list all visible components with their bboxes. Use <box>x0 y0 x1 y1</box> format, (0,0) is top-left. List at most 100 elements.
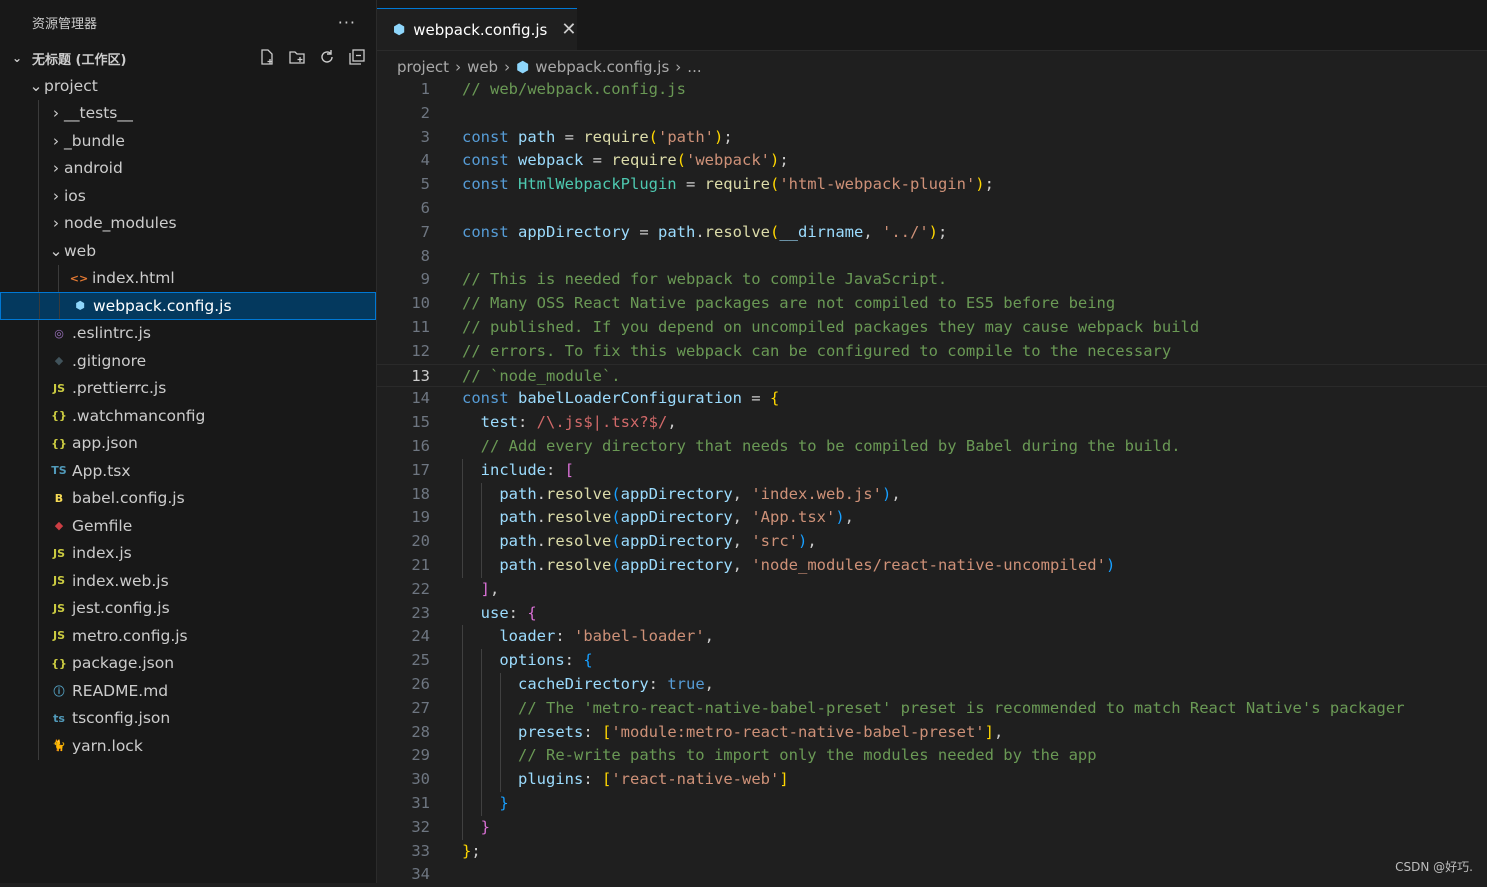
file-item[interactable]: TS App.tsx <box>0 457 376 485</box>
code-token: 'babel-loader' <box>574 627 705 646</box>
code-line[interactable]: 30 plugins: ['react-native-web'] <box>377 768 1487 792</box>
code-token: , <box>863 222 882 241</box>
breadcrumb-item[interactable]: project <box>397 58 449 76</box>
breadcrumb-item[interactable]: ... <box>687 58 701 76</box>
code-line[interactable]: 21 path.resolve(appDirectory, 'node_modu… <box>377 553 1487 578</box>
file-item[interactable]: ◆ Gemfile <box>0 512 376 540</box>
indent-guide <box>58 264 59 292</box>
code-line[interactable]: 14 const babelLoaderConfiguration = { <box>377 387 1487 411</box>
breadcrumb-item[interactable]: webpack.config.js <box>535 58 669 76</box>
code-line[interactable]: 4 const webpack = require('webpack'); <box>377 149 1487 173</box>
code-line[interactable]: 24 loader: 'babel-loader', <box>377 625 1487 650</box>
code-line[interactable]: 5 const HtmlWebpackPlugin = require('html… <box>377 173 1487 197</box>
folder-item[interactable]: › ios <box>0 182 376 210</box>
more-actions-icon[interactable]: ··· <box>338 13 356 32</box>
file-item[interactable]: ◆ .gitignore <box>0 347 376 375</box>
refresh-icon[interactable] <box>318 48 336 66</box>
breadcrumb-item[interactable]: web <box>467 58 498 76</box>
code-line[interactable]: 26 cacheDirectory: true, <box>377 672 1487 697</box>
code-token: , <box>732 555 752 574</box>
indent-guide <box>462 744 463 769</box>
file-item[interactable]: Bbabel.config.js <box>0 484 376 512</box>
code-line[interactable]: 32 } <box>377 815 1487 840</box>
folder-item[interactable]: › __tests__ <box>0 99 376 127</box>
code-line[interactable]: 20 path.resolve(appDirectory, 'src'), <box>377 530 1487 554</box>
code-line[interactable]: 25 options: { <box>377 649 1487 673</box>
chevron-down-icon: ⌄ <box>29 76 43 95</box>
file-item[interactable]: JS .prettierrc.js <box>0 374 376 402</box>
code-token: webpack <box>518 151 584 170</box>
folder-item[interactable]: › node_modules <box>0 209 376 237</box>
file-item[interactable]: 🐈 yarn.lock <box>0 732 376 760</box>
code-text: use: { <box>462 602 537 626</box>
code-text: const babelLoaderConfiguration = { <box>462 387 779 411</box>
new-file-icon[interactable] <box>258 48 276 66</box>
code-text: // Add every directory that needs to be … <box>462 435 1181 459</box>
folder-item[interactable]: › _bundle <box>0 127 376 155</box>
file-item[interactable]: <> index.html <box>0 264 376 292</box>
file-item[interactable]: ⬢ webpack.config.js <box>0 292 376 320</box>
code-editor[interactable]: 1// web/webpack.config.js 2 3 const path = … <box>377 78 1487 887</box>
code-line[interactable]: 23 use: { <box>377 602 1487 626</box>
code-line[interactable]: 15 test: /\.js$|.tsx?$/, <box>377 411 1487 435</box>
indent-guide <box>481 720 482 745</box>
file-item[interactable]: {} app.json <box>0 429 376 457</box>
code-token: path <box>499 532 537 551</box>
code-line[interactable]: 29 // Re-write paths to import only the … <box>377 744 1487 769</box>
code-line[interactable]: 3 const path = require('path'); <box>377 126 1487 150</box>
file-item[interactable]: JS index.js <box>0 539 376 567</box>
file-item[interactable]: JS metro.config.js <box>0 622 376 650</box>
code-line[interactable]: 27 // The 'metro-react-native-babel-pres… <box>377 696 1487 721</box>
file-item[interactable]: ⓘ README.md <box>0 677 376 705</box>
tree-item-label: .gitignore <box>72 351 147 370</box>
code-line[interactable]: 13 // `node_module`. <box>377 363 1487 388</box>
code-token: cacheDirectory <box>518 674 649 693</box>
indent-guide <box>462 696 463 721</box>
explorer-title: 资源管理器 <box>32 16 98 32</box>
collapse-all-icon[interactable] <box>348 48 366 66</box>
code-token: { <box>769 389 780 408</box>
code-line[interactable]: 8 <box>377 245 1487 269</box>
folder-item[interactable]: › android <box>0 154 376 182</box>
indent-guide <box>481 791 482 816</box>
tsconfig-icon: ts <box>53 711 65 725</box>
code-line[interactable]: 18 path.resolve(appDirectory, 'index.web… <box>377 482 1487 507</box>
code-line[interactable]: 33}; <box>377 840 1487 864</box>
code-line[interactable]: 16 // Add every directory that needs to … <box>377 435 1487 459</box>
code-line[interactable]: 28 presets: ['module:metro-react-native-… <box>377 720 1487 745</box>
file-item[interactable]: {} .watchmanconfig <box>0 402 376 430</box>
line-number: 8 <box>420 246 430 265</box>
new-folder-icon[interactable] <box>288 48 306 66</box>
code-line[interactable]: 34 <box>377 863 1487 887</box>
folder-item[interactable]: ⌄ project <box>0 72 376 100</box>
code-line[interactable]: 10 // Many OSS React Native packages are … <box>377 292 1487 316</box>
code-line[interactable]: 17 include: [ <box>377 458 1487 483</box>
code-line[interactable]: 11 // published. If you depend on uncompi… <box>377 316 1487 340</box>
tab-webpack-config[interactable]: ⬢ webpack.config.js ✕ <box>377 8 577 50</box>
file-item[interactable]: ◎ .eslintrc.js <box>0 319 376 347</box>
code-line[interactable]: 2 <box>377 102 1487 126</box>
workspace-header[interactable]: ⌄ 无标题 (工作区) <box>0 44 376 72</box>
code-line[interactable]: 31 } <box>377 791 1487 816</box>
code-line[interactable]: 6 <box>377 197 1487 221</box>
code-line[interactable]: 22 ], <box>377 578 1487 602</box>
chevron-right-icon: › <box>455 58 462 76</box>
file-item[interactable]: {} package.json <box>0 649 376 677</box>
indent-guide <box>38 402 39 430</box>
code-token: // errors. To fix this webpack can be co… <box>462 341 1172 360</box>
code-token: path <box>518 127 556 146</box>
folder-item[interactable]: ⌄ web <box>0 237 376 265</box>
code-line[interactable]: 9 // This is needed for webpack to compil… <box>377 268 1487 292</box>
code-line[interactable]: 12 // errors. To fix this webpack can be … <box>377 340 1487 364</box>
code-line[interactable]: 1 // web/webpack.config.js <box>377 78 1487 102</box>
close-icon[interactable]: ✕ <box>561 19 576 40</box>
code-line[interactable]: 19 path.resolve(appDirectory, 'App.tsx')… <box>377 506 1487 531</box>
file-item[interactable]: ts tsconfig.json <box>0 704 376 732</box>
code-line[interactable]: 7 const appDirectory = path.resolve(__dir… <box>377 221 1487 245</box>
code-text: path.resolve(appDirectory, 'index.web.js… <box>462 483 900 507</box>
code-token: appDirectory <box>620 532 733 551</box>
file-item[interactable]: JS index.web.js <box>0 567 376 595</box>
code-token: 'src' <box>751 532 798 551</box>
tree-item-label: app.json <box>72 434 138 453</box>
file-item[interactable]: JS jest.config.js <box>0 594 376 622</box>
